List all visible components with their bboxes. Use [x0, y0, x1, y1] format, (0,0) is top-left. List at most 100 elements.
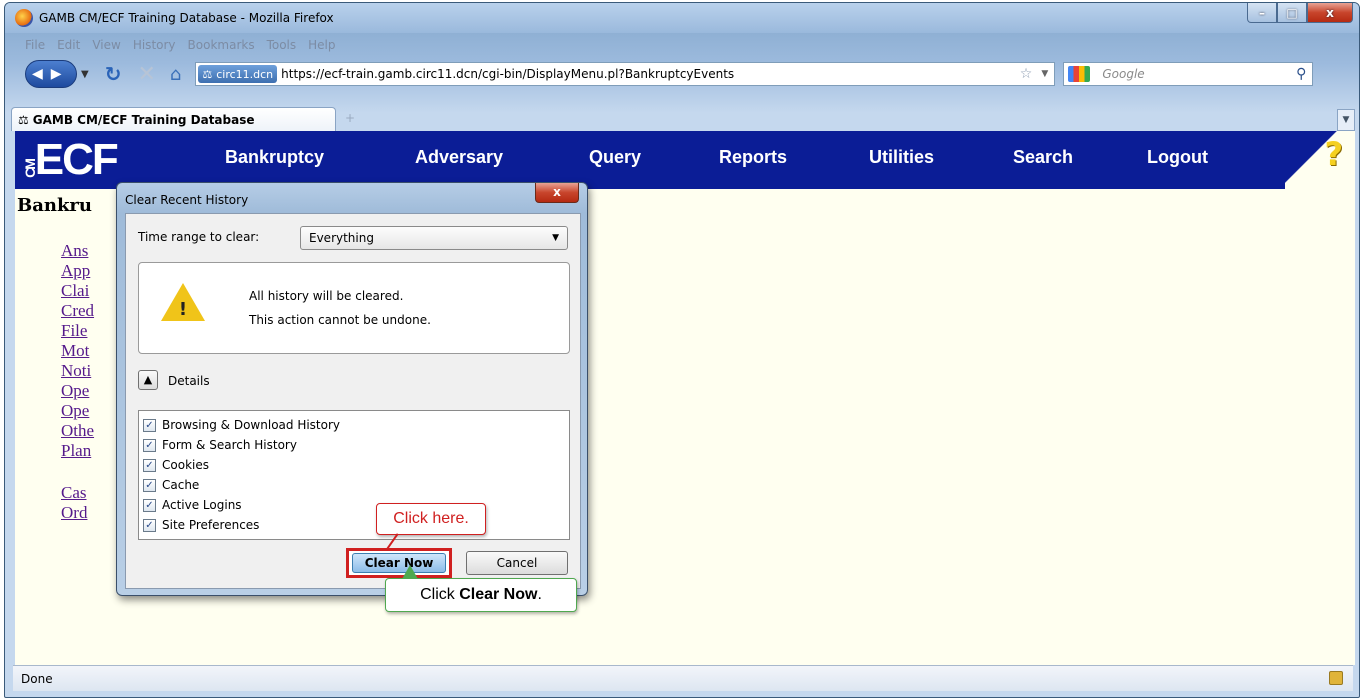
history-items-list: ✓ Browsing & Download History ✓ Form & Sea… [138, 410, 570, 540]
back-arrow-icon[interactable]: ◀ [32, 66, 43, 82]
dialog-body: Time range to clear: Everything ▼ ! All … [125, 213, 581, 589]
list-item[interactable]: ✓ Site Preferences [143, 515, 565, 535]
nav-search[interactable]: Search [1013, 147, 1147, 168]
link-case[interactable]: Cas [61, 483, 94, 503]
window-title: GAMB CM/ECF Training Database - Mozilla … [39, 11, 334, 25]
details-label[interactable]: Details [168, 374, 210, 388]
chevron-down-icon: ▼ [552, 233, 559, 243]
menu-file[interactable]: File [25, 38, 45, 52]
site-identity-badge[interactable]: ⚖ circ11.dcn [198, 65, 278, 83]
list-item[interactable]: ✓ Browsing & Download History [143, 415, 565, 435]
checkbox[interactable]: ✓ [143, 418, 156, 432]
event-link-list: Ans App Clai Cred File Mot Noti Ope Ope … [61, 241, 94, 523]
dialog-title: Clear Recent History [125, 193, 249, 207]
forward-arrow-icon[interactable]: ▶ [51, 66, 62, 82]
link-open-1[interactable]: Ope [61, 381, 94, 401]
google-engine-icon[interactable] [1068, 66, 1091, 82]
link-motions[interactable]: Mot [61, 341, 94, 361]
cancel-button[interactable]: Cancel [466, 551, 568, 575]
link-answer[interactable]: Ans [61, 241, 94, 261]
click-here-callout: Click here. [376, 503, 486, 535]
menu-help[interactable]: Help [308, 38, 335, 52]
search-bar[interactable]: Google ⚲ [1063, 62, 1314, 86]
ecf-header: CMECF Bankruptcy Adversary Query Reports… [15, 131, 1355, 189]
dialog-close-button[interactable]: x [535, 183, 579, 203]
nav-reports[interactable]: Reports [719, 147, 869, 168]
link-order[interactable]: Ord [61, 503, 94, 523]
nav-adversary[interactable]: Adversary [415, 147, 589, 168]
clear-history-dialog: Clear Recent History x Time range to cle… [116, 182, 588, 596]
url-text[interactable]: https://ecf-train.gamb.circ11.dcn/cgi-bi… [281, 67, 734, 81]
menu-tools[interactable]: Tools [267, 38, 297, 52]
link-plan[interactable]: Plan [61, 441, 94, 461]
link-file[interactable]: File [61, 321, 94, 341]
clear-now-button[interactable]: Clear Now [352, 553, 446, 573]
ecf-nav: Bankruptcy Adversary Query Reports Utili… [225, 147, 1208, 168]
tab-label: GAMB CM/ECF Training Database [32, 112, 255, 127]
close-button[interactable]: x [1307, 3, 1353, 23]
navigation-bar: ◀ ▶ ▼ ↻ ✕ ⌂ ⚖ circ11.dcn https://ecf-tra… [5, 57, 1359, 91]
checkbox[interactable]: ✓ [143, 438, 156, 452]
search-input[interactable]: Google [1102, 67, 1144, 81]
list-item[interactable]: ✓ Cache [143, 475, 565, 495]
reload-icon[interactable]: ↻ [105, 62, 122, 86]
lock-icon[interactable] [1329, 671, 1343, 685]
home-icon[interactable]: ⌂ [170, 64, 181, 85]
time-range-select[interactable]: Everything ▼ [300, 226, 568, 250]
click-clear-now-callout: Click Clear Now. [385, 565, 577, 612]
link-appeal[interactable]: App [61, 261, 94, 281]
list-item[interactable]: ✓ Form & Search History [143, 435, 565, 455]
link-spacer [61, 461, 94, 483]
help-icon[interactable]: ? [1324, 135, 1343, 173]
title-bar: GAMB CM/ECF Training Database - Mozilla … [5, 3, 1359, 33]
nav-utilities[interactable]: Utilities [869, 147, 1013, 168]
menu-history[interactable]: History [133, 38, 176, 52]
url-bar[interactable]: ⚖ circ11.dcn https://ecf-train.gamb.circ… [195, 62, 1056, 86]
stop-icon[interactable]: ✕ [137, 62, 155, 87]
checkbox[interactable]: ✓ [143, 458, 156, 472]
link-claims[interactable]: Clai [61, 281, 94, 301]
time-range-label: Time range to clear: [138, 230, 260, 244]
warning-line-1: All history will be cleared. [249, 289, 404, 303]
details-toggle-button[interactable]: ▲ [138, 370, 158, 390]
link-notice[interactable]: Noti [61, 361, 94, 381]
menu-bookmarks[interactable]: Bookmarks [188, 38, 255, 52]
firefox-logo-icon [15, 9, 33, 27]
tab-list-dropdown-icon[interactable]: ▼ [1337, 109, 1355, 131]
scales-icon: ⚖ [202, 67, 213, 81]
back-forward-buttons[interactable]: ◀ ▶ [25, 60, 77, 88]
menu-edit[interactable]: Edit [57, 38, 80, 52]
link-other[interactable]: Othe [61, 421, 94, 441]
list-item[interactable]: ✓ Active Logins [143, 495, 565, 515]
scales-icon: ⚖ [18, 112, 29, 127]
new-tab-button[interactable]: + [345, 111, 355, 125]
warning-box: ! All history will be cleared. This acti… [138, 262, 570, 354]
list-item[interactable]: ✓ Cookies [143, 455, 565, 475]
help-button[interactable]: ? [1285, 131, 1355, 189]
search-magnifier-icon[interactable]: ⚲ [1296, 66, 1306, 82]
tab-bar: ⚖ GAMB CM/ECF Training Database + [5, 105, 1359, 131]
nav-query[interactable]: Query [589, 147, 719, 168]
warning-line-2: This action cannot be undone. [249, 313, 431, 327]
link-creditor[interactable]: Cred [61, 301, 94, 321]
checkbox[interactable]: ✓ [143, 478, 156, 492]
clear-now-highlight: Clear Now [346, 548, 452, 578]
menu-view[interactable]: View [92, 38, 120, 52]
checkbox[interactable]: ✓ [143, 498, 156, 512]
checkbox[interactable]: ✓ [143, 518, 156, 532]
maximize-button[interactable]: □ [1277, 3, 1307, 23]
status-text: Done [21, 671, 53, 686]
nav-logout[interactable]: Logout [1147, 147, 1208, 168]
history-dropdown-icon[interactable]: ▼ [81, 69, 89, 80]
page-heading: Bankru [17, 195, 93, 216]
bookmark-star-icon[interactable]: ☆ [1020, 66, 1033, 82]
tab-ecf-training[interactable]: ⚖ GAMB CM/ECF Training Database [11, 107, 336, 131]
menu-bar: File Edit View History Bookmarks Tools H… [5, 35, 336, 55]
window-controls: – □ x [1247, 3, 1353, 23]
link-open-2[interactable]: Ope [61, 401, 94, 421]
warning-exclamation: ! [178, 299, 188, 320]
minimize-button[interactable]: – [1247, 3, 1277, 23]
url-dropdown-icon[interactable]: ▼ [1041, 69, 1048, 79]
nav-bankruptcy[interactable]: Bankruptcy [225, 147, 415, 168]
ecf-logo: CMECF [21, 135, 119, 184]
